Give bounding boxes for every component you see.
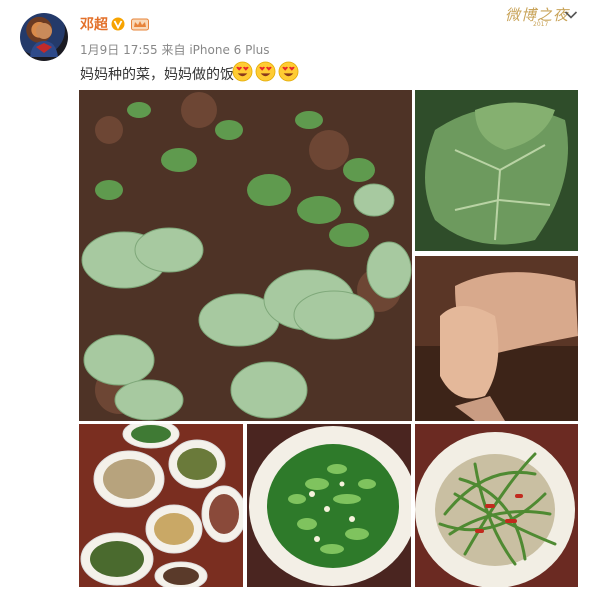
avatar-figure [30,23,58,57]
photo-table-dishes[interactable] [79,424,243,587]
post-text: 妈妈种的菜，妈妈做的饭 [80,67,234,83]
post-time[interactable]: 1月9日 17:55 [80,43,158,57]
photo-leaf-closeup[interactable] [415,90,578,251]
heart-eyes-emoji [278,61,299,82]
verified-badge-icon[interactable] [111,17,125,31]
post-meta: 1月9日 17:55 来自 iPhone 6 Plus [80,41,270,58]
heart-eyes-emoji [255,61,276,82]
chevron-down-icon[interactable] [564,10,578,20]
photo-stir-fried-greens[interactable] [247,424,411,587]
emoji-group [232,61,299,83]
post-source[interactable]: iPhone 6 Plus [189,43,269,57]
photo-holding-hands[interactable] [415,256,578,421]
avatar[interactable] [20,13,68,61]
photo-greens-with-peppers[interactable] [415,424,578,587]
username[interactable]: 邓超 [80,14,108,34]
heart-eyes-emoji [232,61,253,82]
source-prefix: 来自 [161,43,186,57]
brand-year: 2017 [533,21,549,28]
member-crown-icon[interactable] [131,17,149,31]
photo-vegetable-garden[interactable] [79,90,412,421]
